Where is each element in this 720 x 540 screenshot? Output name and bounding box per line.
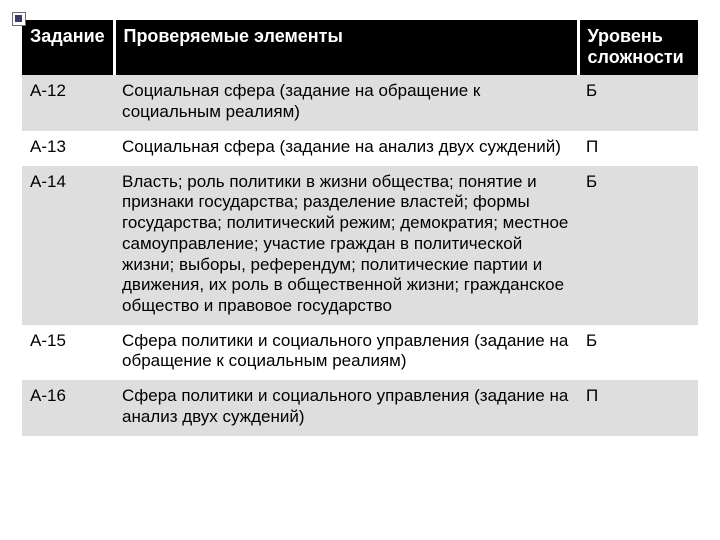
cell-elements: Сфера политики и социального управления … xyxy=(114,380,578,435)
header-task: Задание xyxy=(22,20,114,75)
cell-level: П xyxy=(578,380,698,435)
cell-task: А-15 xyxy=(22,325,114,380)
cell-task: А-12 xyxy=(22,75,114,130)
header-row: Задание Проверяемые элементы Уровень сло… xyxy=(22,20,698,75)
cell-level: Б xyxy=(578,325,698,380)
cell-elements: Социальная сфера (задание на обращение к… xyxy=(114,75,578,130)
tasks-table: Задание Проверяемые элементы Уровень сло… xyxy=(22,20,698,436)
slide-bullet xyxy=(12,12,26,26)
table-row: А-15 Сфера политики и социального управл… xyxy=(22,325,698,380)
cell-task: А-14 xyxy=(22,166,114,325)
cell-elements: Сфера политики и социального управления … xyxy=(114,325,578,380)
table-row: А-12 Социальная сфера (задание на обраще… xyxy=(22,75,698,130)
cell-elements: Власть; роль политики в жизни общества; … xyxy=(114,166,578,325)
header-level: Уровень сложности xyxy=(578,20,698,75)
cell-level: Б xyxy=(578,166,698,325)
table-row: А-16 Сфера политики и социального управл… xyxy=(22,380,698,435)
table-row: А-14 Власть; роль политики в жизни общес… xyxy=(22,166,698,325)
cell-task: А-16 xyxy=(22,380,114,435)
header-elements: Проверяемые элементы xyxy=(114,20,578,75)
cell-elements: Социальная сфера (задание на анализ двух… xyxy=(114,131,578,166)
cell-level: П xyxy=(578,131,698,166)
cell-level: Б xyxy=(578,75,698,130)
cell-task: А-13 xyxy=(22,131,114,166)
table-row: А-13 Социальная сфера (задание на анализ… xyxy=(22,131,698,166)
